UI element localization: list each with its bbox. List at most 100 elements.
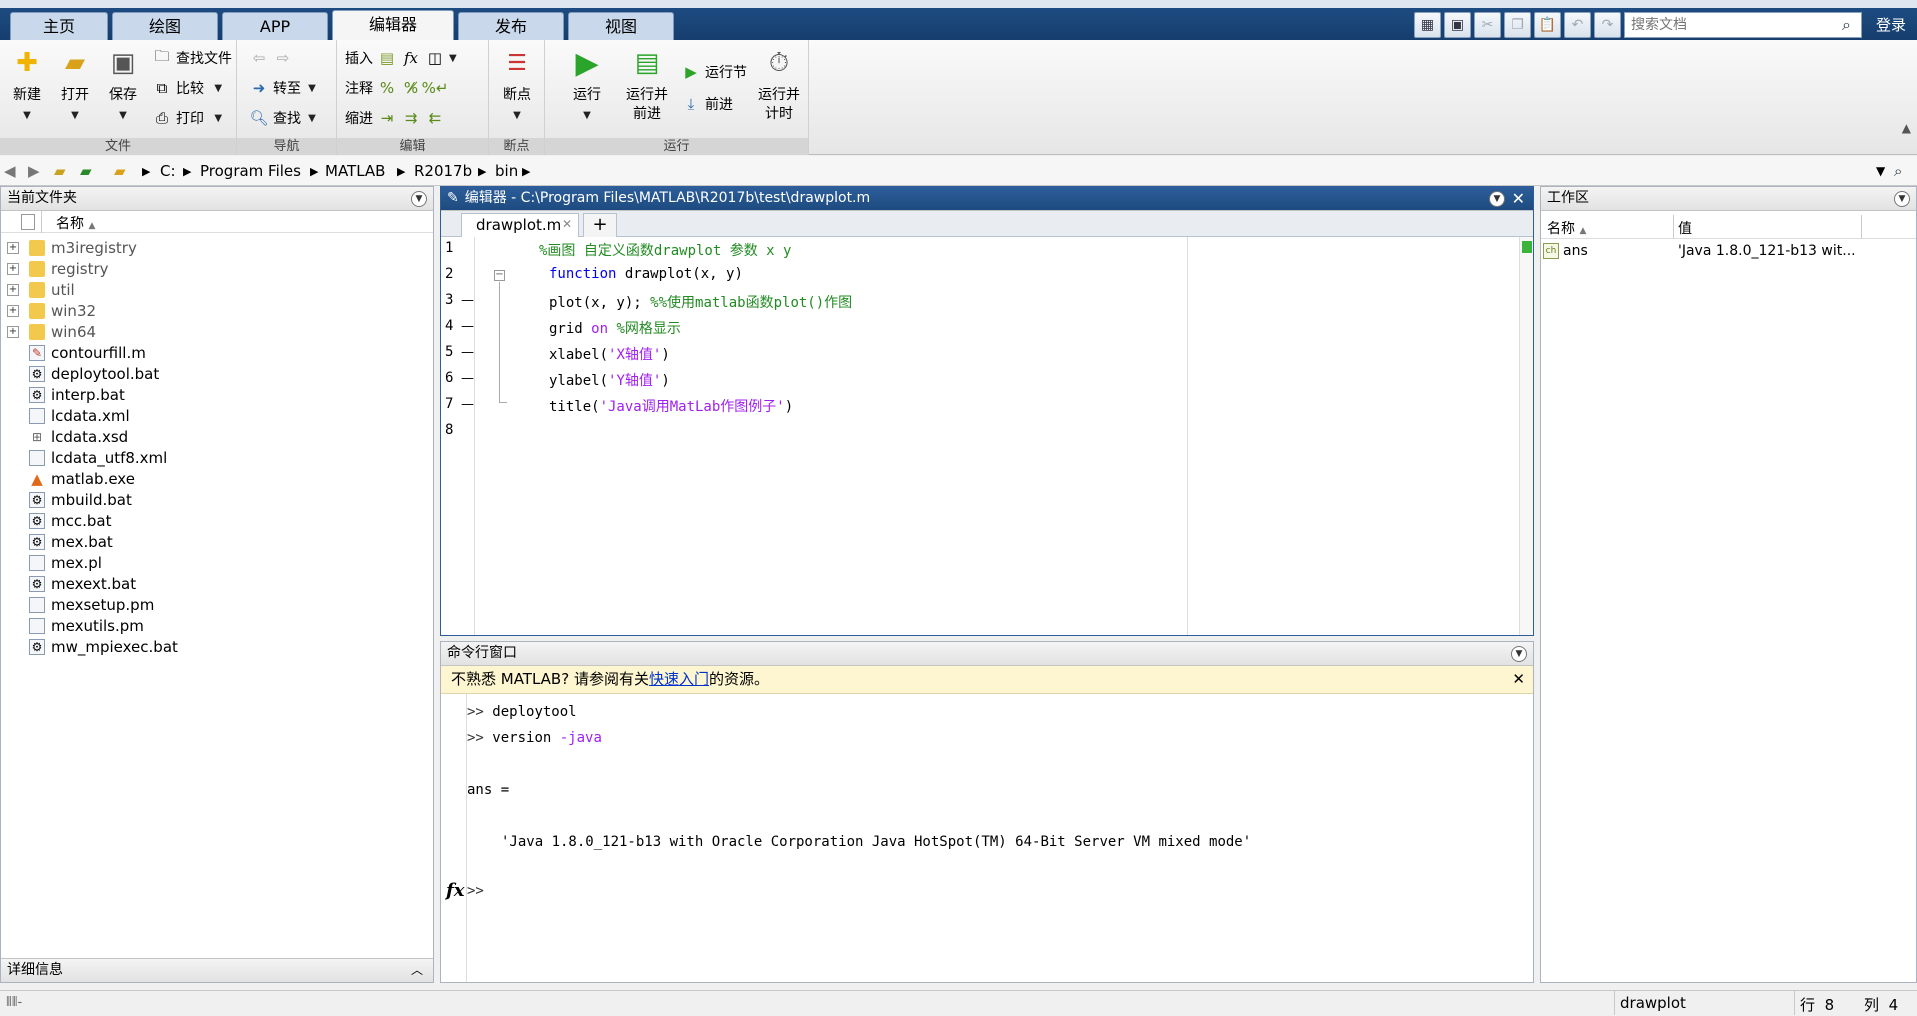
close-icon[interactable]: ✕	[1512, 187, 1525, 210]
wrap-comment-icon[interactable]: %↵	[422, 78, 449, 98]
undo-icon[interactable]: ↶	[1564, 12, 1591, 38]
collapse-ribbon-icon[interactable]: ▲	[1902, 121, 1911, 135]
search-folder-icon[interactable]: ⌕	[1894, 162, 1902, 180]
file-row[interactable]: ⚙ mexext.bat	[29, 573, 136, 594]
panel-menu-icon[interactable]: ▼	[1511, 646, 1527, 662]
file-row[interactable]: lcdata_utf8.xml	[29, 447, 167, 468]
find-button[interactable]: 🔍︎ 查找 ▼	[249, 106, 315, 130]
browse-folder-icon[interactable]: ▰	[80, 162, 92, 180]
breakpoint-dash[interactable]: —	[461, 371, 474, 386]
file-row[interactable]: ⚙ deploytool.bat	[29, 363, 159, 384]
file-row[interactable]: ⚙ mw_mpiexec.bat	[29, 636, 178, 657]
open-button[interactable]: ▰ 打开 ▼	[53, 46, 97, 125]
copy-icon[interactable]: ❐	[1504, 12, 1531, 38]
current-function[interactable]: drawplot	[1620, 994, 1686, 1012]
layout-icon[interactable]: ▦	[1414, 12, 1441, 38]
expand-icon[interactable]: +	[7, 325, 19, 338]
save-button[interactable]: ▣ 保存 ▼	[101, 46, 145, 125]
tab-view[interactable]: 视图	[568, 12, 674, 40]
crumb-r2017b[interactable]: R2017b	[414, 162, 472, 180]
run-and-time-button[interactable]: ⏱ 运行并 计时	[753, 46, 805, 124]
tab-plots[interactable]: 绘图	[112, 12, 218, 40]
find-files-button[interactable]: 🗀 查找文件	[152, 46, 232, 70]
breakpoint-dash[interactable]: —	[461, 293, 474, 308]
crumb-matlab[interactable]: MATLAB	[325, 162, 385, 180]
code-line-3[interactable]: plot(x, y); %%使用matlab函数plot()作图	[549, 292, 852, 312]
save-quick-icon[interactable]: ▣	[1444, 12, 1471, 38]
insert-function-icon[interactable]: fx	[401, 48, 421, 68]
print-button[interactable]: ⎙ 打印 ▼	[152, 106, 222, 130]
file-row[interactable]: mexutils.pm	[29, 615, 144, 636]
name-column-header[interactable]: 名称 ▲	[56, 213, 95, 233]
file-row[interactable]: ⊞ lcdata.xsd	[29, 426, 128, 447]
workspace-value-column[interactable]: 值	[1678, 218, 1692, 238]
function-browser-icon[interactable]: fx	[446, 880, 464, 901]
new-button[interactable]: ✚ 新建 ▼	[5, 46, 49, 125]
getting-started-link[interactable]: 快速入门	[649, 670, 709, 688]
folder-row[interactable]: + registry	[7, 258, 109, 279]
folder-row[interactable]: + win32	[7, 300, 96, 321]
back-forward-buttons[interactable]: ⇦ ⇨	[249, 46, 293, 70]
expand-icon[interactable]: +	[7, 283, 19, 296]
insert-chart-icon[interactable]: ◫	[425, 48, 445, 68]
crumb-drive[interactable]: C:	[160, 162, 176, 180]
close-tab-icon[interactable]: ✕	[562, 217, 572, 231]
decrease-indent-icon[interactable]: ⇇	[425, 108, 445, 128]
editor-scrollbar[interactable]	[1519, 237, 1533, 635]
breakpoint-dash[interactable]: —	[461, 319, 474, 334]
breakpoint-dash[interactable]: —	[461, 397, 474, 412]
workspace-name-column[interactable]: 名称 ▲	[1547, 218, 1586, 238]
dropdown-icon[interactable]: ▼	[449, 53, 457, 64]
file-row[interactable]: ✎ contourfill.m	[29, 342, 146, 363]
goto-button[interactable]: ➜ 转至 ▼	[249, 76, 316, 100]
file-row[interactable]: ⚙ mcc.bat	[29, 510, 111, 531]
smart-indent-icon[interactable]: ⇥	[377, 108, 397, 128]
new-tab-button[interactable]: +	[583, 213, 617, 237]
paste-icon[interactable]: 📋	[1534, 12, 1561, 38]
run-advance-button[interactable]: ▤ 运行并 前进	[621, 46, 673, 124]
breakpoint-dash[interactable]: —	[461, 345, 474, 360]
expand-icon[interactable]: +	[7, 262, 19, 275]
increase-indent-icon[interactable]: ⇉	[401, 108, 421, 128]
tab-apps[interactable]: APP	[222, 12, 328, 40]
file-row[interactable]: ⚙ interp.bat	[29, 384, 125, 405]
advance-button[interactable]: ⤓ 前进	[681, 92, 733, 116]
folder-row[interactable]: + win64	[7, 321, 96, 342]
panel-menu-icon[interactable]: ▼	[1894, 191, 1910, 207]
file-row[interactable]: mexsetup.pm	[29, 594, 154, 615]
cut-icon[interactable]: ✂	[1474, 12, 1501, 38]
search-icon[interactable]: ⌕	[1842, 15, 1851, 35]
tab-home[interactable]: 主页	[10, 12, 108, 40]
folder-row[interactable]: + m3iregistry	[7, 237, 137, 258]
panel-menu-icon[interactable]: ▼	[411, 191, 427, 207]
workspace-variable-row[interactable]: ch ans 'Java 1.8.0_121-b13 wit...	[1541, 241, 1916, 263]
up-folder-icon[interactable]: ▰	[54, 162, 66, 180]
crumb-bin[interactable]: bin	[495, 162, 518, 180]
code-line-7[interactable]: title('Java调用MatLab作图例子')	[549, 396, 793, 416]
run-section-button[interactable]: ▶ 运行节	[681, 60, 747, 84]
crumb-program-files[interactable]: Program Files	[200, 162, 301, 180]
code-line-5[interactable]: xlabel('X轴值')	[549, 344, 670, 364]
search-documentation-input[interactable]	[1624, 12, 1862, 38]
redo-icon[interactable]: ↷	[1594, 12, 1621, 38]
file-row[interactable]: ▲ matlab.exe	[29, 468, 135, 489]
panel-menu-icon[interactable]: ▼	[1489, 191, 1505, 207]
code-line-6[interactable]: ylabel('Y轴值')	[549, 370, 670, 390]
file-row[interactable]: lcdata.xml	[29, 405, 130, 426]
file-row[interactable]: ⚙ mex.bat	[29, 531, 113, 552]
tab-editor[interactable]: 编辑器	[332, 10, 454, 41]
file-row[interactable]: mex.pl	[29, 552, 102, 573]
expand-icon[interactable]: +	[7, 241, 19, 254]
run-button[interactable]: ▶ 运行 ▼	[565, 46, 609, 125]
command-prompt-input[interactable]: >>	[467, 883, 484, 899]
code-line-4[interactable]: grid on %网格显示	[549, 318, 681, 338]
code-fold-icon[interactable]: −	[494, 270, 505, 281]
close-notice-icon[interactable]: ✕	[1512, 666, 1525, 693]
back-icon[interactable]: ◀	[4, 162, 16, 180]
code-line-1[interactable]: %画图 自定义函数drawplot 参数 x y	[539, 240, 791, 260]
uncomment-icon[interactable]: %̸	[401, 78, 421, 98]
file-row[interactable]: ⚙ mbuild.bat	[29, 489, 132, 510]
details-bar[interactable]: 详细信息 ︿	[1, 958, 433, 982]
forward-icon[interactable]: ▶	[28, 162, 40, 180]
expand-up-icon[interactable]: ︿	[411, 959, 423, 982]
